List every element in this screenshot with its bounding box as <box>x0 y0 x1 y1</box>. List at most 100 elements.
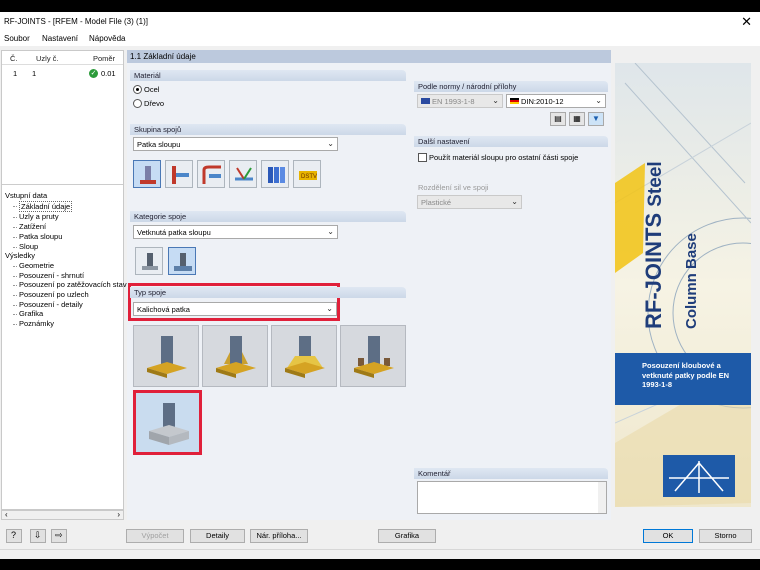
menu-help[interactable]: Nápověda <box>89 34 125 43</box>
navigator-panel: Č. Uzly č. Poměr 1 1 ✓ 0.01 Vstupní data… <box>1 50 139 510</box>
banner-title-steel: Steel <box>645 161 666 207</box>
filter-icon: ▼ <box>592 114 600 123</box>
banner-subtitle: Column Base <box>683 233 700 329</box>
scroll-right-icon[interactable]: › <box>117 510 120 519</box>
comment-scrollbar[interactable] <box>598 482 606 513</box>
joint-group-beam-column-button[interactable] <box>165 160 193 188</box>
app-window: RF-JOINTS - [RFEM - Model File (3) (1)] … <box>0 12 760 559</box>
anchor-channel-model-icon <box>354 336 394 378</box>
category-pinned-base-button[interactable] <box>135 247 163 275</box>
joint-group-dstv-button[interactable]: DSTV <box>293 160 321 188</box>
base-plate-model-icon <box>147 336 187 378</box>
type-tile-anchor-channel[interactable] <box>340 325 406 387</box>
comment-section-title: Komentář <box>414 468 608 479</box>
chevron-down-icon: ⌄ <box>327 139 334 148</box>
joint-group-frame-corner-button[interactable] <box>197 160 225 188</box>
force-distribution-value: Plastické <box>421 198 452 207</box>
chevron-down-icon: ⌄ <box>511 197 518 206</box>
column-base-icon <box>140 166 156 184</box>
col-header-ratio[interactable]: Poměr <box>93 54 115 63</box>
horizontal-scrollbar[interactable]: ‹ › <box>1 510 124 520</box>
tree-item-notes[interactable]: Poznámky <box>5 319 139 329</box>
tree-item-column[interactable]: Sloup <box>5 242 139 252</box>
calculate-button[interactable]: Výpočet <box>126 529 184 543</box>
national-annex-button[interactable]: Nár. příloha... <box>250 529 308 543</box>
tree-item-nodes-members[interactable]: Uzly a pruty <box>5 212 139 222</box>
col-header-no[interactable]: Č. <box>10 54 18 63</box>
haunched-plate-model-icon <box>285 336 325 378</box>
use-column-material-checkbox[interactable] <box>418 153 427 162</box>
help-button[interactable]: ? <box>6 529 22 543</box>
banner-title: RF-JOINTS Steel <box>641 161 671 329</box>
standard-select[interactable]: EN 1993-1-8 ⌄ <box>417 94 503 108</box>
radio-timber[interactable] <box>133 99 142 108</box>
stiffened-plate-model-icon <box>216 336 256 378</box>
ok-button[interactable]: OK <box>643 529 693 543</box>
row-nodes: 1 <box>32 69 37 78</box>
export-icon: ⇨ <box>55 530 63 540</box>
type-tile-pocket-foundation[interactable] <box>133 390 202 455</box>
chevron-down-icon: ⌄ <box>327 227 334 236</box>
banner-title-main: RF-JOINTS <box>641 212 666 329</box>
joint-group-select[interactable]: Patka sloupu ⌄ <box>133 137 338 151</box>
tree-item-design-summary[interactable]: Posouzení - shrnutí <box>5 271 139 281</box>
chevron-down-icon: ⌄ <box>595 96 602 105</box>
tree-item-design-by-loadcase[interactable]: Posouzení po zatěžovacích stavech <box>5 280 139 290</box>
export-button[interactable]: ⇨ <box>51 529 67 543</box>
joint-type-value: Kalichová patka <box>137 305 190 314</box>
tree-item-design-details[interactable]: Posouzení - detaily <box>5 300 139 310</box>
col-header-nodes[interactable]: Uzly č. <box>36 54 59 63</box>
joint-group-value: Patka sloupu <box>137 140 181 149</box>
de-flag-icon <box>510 98 519 104</box>
joint-type-select[interactable]: Kalichová patka ⌄ <box>133 302 337 316</box>
banner-description: Posouzení kloubové a vetknuté patky podl… <box>642 361 730 389</box>
table-row[interactable]: 1 1 ✓ 0.01 <box>2 67 123 78</box>
joint-group-column-base-button[interactable] <box>133 160 161 188</box>
new-annex-button[interactable]: ▤ <box>550 112 566 126</box>
details-button[interactable]: Detaily <box>190 529 245 543</box>
joint-group-section-title: Skupina spojů <box>130 124 406 135</box>
import-button[interactable]: ⇩ <box>30 529 46 543</box>
national-annex-value: DIN:2010-12 <box>521 97 564 106</box>
dstv-icon: DSTV <box>299 171 317 180</box>
menu-settings[interactable]: Nastavení <box>42 34 78 43</box>
type-tile-base-plate[interactable] <box>133 325 199 387</box>
radio-steel[interactable] <box>133 85 142 94</box>
national-annex-select[interactable]: DIN:2010-12 ⌄ <box>506 94 606 108</box>
tree-item-loads[interactable]: Zatížení <box>5 222 139 232</box>
force-distribution-select[interactable]: Plastické ⌄ <box>417 195 522 209</box>
tree-item-design-by-node[interactable]: Posouzení po uzlech <box>5 290 139 300</box>
joint-category-value: Vetknutá patka sloupu <box>137 228 211 237</box>
comment-textarea[interactable] <box>417 481 607 514</box>
joint-group-library-button[interactable] <box>261 160 289 188</box>
material-section-title: Materiál <box>130 70 406 81</box>
tree-item-geometry[interactable]: Geometrie <box>5 261 139 271</box>
radio-timber-label: Dřevo <box>144 99 165 108</box>
type-tile-haunched-plate[interactable] <box>271 325 337 387</box>
cancel-button[interactable]: Storno <box>699 529 752 543</box>
pinned-base-icon <box>142 253 158 270</box>
tree-item-graphics[interactable]: Grafika <box>5 309 139 319</box>
check-ok-icon: ✓ <box>89 69 98 78</box>
edit-annex-button[interactable]: ▦ <box>569 112 585 126</box>
graphics-button[interactable]: Grafika <box>378 529 436 543</box>
tree-group-input[interactable]: Vstupní data <box>5 191 139 201</box>
scroll-left-icon[interactable]: ‹ <box>5 510 8 519</box>
type-tile-stiffened-plate[interactable] <box>202 325 268 387</box>
menu-bar: Soubor Nastavení Nápověda <box>0 32 760 46</box>
svg-text:DSTV: DSTV <box>301 174 317 180</box>
joint-group-truss-button[interactable] <box>229 160 257 188</box>
menu-file[interactable]: Soubor <box>4 34 30 43</box>
close-icon[interactable]: ✕ <box>741 14 752 30</box>
other-settings-section-title: Další nastavení <box>414 136 608 147</box>
filter-annex-button[interactable]: ▼ <box>588 112 604 126</box>
help-icon: ? <box>11 530 17 540</box>
joint-category-select[interactable]: Vetknutá patka sloupu ⌄ <box>133 225 338 239</box>
status-bar <box>0 549 760 559</box>
tree-group-results[interactable]: Výsledky <box>5 251 139 261</box>
category-fixed-base-button[interactable] <box>168 247 196 275</box>
row-ratio: 0.01 <box>101 69 116 78</box>
radio-steel-label: Ocel <box>144 85 160 94</box>
tree-item-basic-data[interactable]: Základní údaje <box>5 200 139 213</box>
tree-item-column-base[interactable]: Patka sloupu <box>5 232 139 242</box>
